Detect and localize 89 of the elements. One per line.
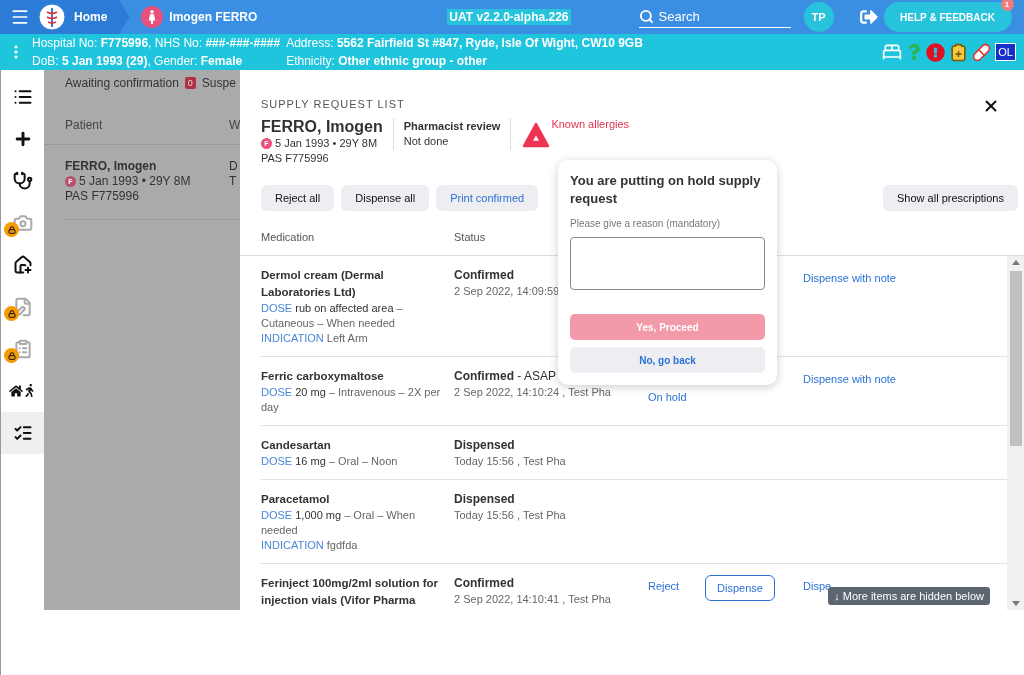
pas-text: PAS F775996	[65, 189, 140, 204]
dob-text: 5 Jan 1993 • 29Y 8M	[275, 136, 378, 151]
logo-icon	[38, 3, 66, 31]
tab-label[interactable]: Awaiting confirmation	[65, 76, 179, 90]
medication-name: Paracetamol	[261, 492, 331, 507]
table-cell: T	[229, 174, 238, 189]
review-value: Not done	[403, 134, 450, 149]
status-text: Dispensed	[454, 437, 516, 454]
lock-icon	[4, 348, 19, 363]
logout-icon[interactable]	[859, 8, 878, 26]
indication-text: INDICATION fgdfda	[261, 538, 359, 553]
house-plus-icon	[12, 255, 33, 275]
count-badge: 0	[184, 77, 196, 89]
patient-info-text: Hospital No: F775996, NHS No: ###-###-####	[32, 35, 281, 51]
dispense-note-link[interactable]: Dispense with note	[803, 267, 896, 284]
column-header: Medication	[261, 231, 316, 243]
dose-text: DOSE rub on affected area – Cutaneous – When needed	[261, 301, 404, 331]
patient-name: FERRO, Imogen	[261, 118, 383, 136]
search-icon	[638, 9, 654, 24]
indication-text: INDICATION Left Arm	[261, 331, 369, 346]
tab-label[interactable]: Suspe	[201, 76, 236, 90]
reason-label: Please give a reason (mandatory)	[570, 218, 722, 229]
home-link[interactable]: Home	[74, 10, 108, 24]
patient-info-text: Ethnicity: Other ethnic group - other	[286, 53, 488, 69]
status-time: Today 15:56 , Test Pha	[454, 454, 567, 469]
bed-icon[interactable]	[882, 42, 903, 62]
allergy-icon	[521, 120, 552, 150]
dose-text: DOSE 20 mg – Intravenous – 2X per day	[261, 385, 441, 415]
medication-name: Candesartan	[261, 438, 332, 453]
status-text: Dispensed	[454, 491, 516, 508]
action-button[interactable]: Dispense all	[341, 185, 430, 211]
clipboard-icon	[12, 339, 33, 359]
lock-icon	[4, 222, 19, 237]
column-header: Patient	[65, 118, 104, 132]
file-edit-icon	[12, 297, 33, 317]
dose-text: DOSE 16 mg – Oral – Noon	[261, 454, 399, 469]
search-field[interactable]: Search	[638, 6, 791, 28]
medication-name: Dermol cream (Dermal Laboratories Ltd)	[261, 268, 385, 300]
medication-name: Ferric carboxymaltose	[261, 369, 385, 384]
patient-info-text: Address: 5562 Fairfield St #847, Ryde, Isle Of Wight, CW10 9GB	[286, 35, 643, 51]
action-button[interactable]: Print confirmed	[436, 185, 539, 211]
table-cell: D	[229, 159, 238, 174]
list-icon	[12, 87, 33, 107]
column-header: W	[229, 118, 241, 132]
status-time: 2 Sep 2022, 14:10:41 , Test Pha	[454, 592, 612, 607]
status-text: Confirmed - ASAP	[454, 368, 558, 385]
status-text: Confirmed	[454, 267, 515, 284]
scroll-down-icon[interactable]	[1011, 601, 1020, 606]
more-items-hint: ↓ More items are hidden below	[828, 587, 990, 605]
on-hold-link[interactable]: On hold	[648, 391, 687, 403]
reject-link[interactable]: Reject	[648, 575, 680, 592]
female-icon	[141, 6, 164, 28]
clipboard-plus-icon[interactable]	[949, 42, 969, 62]
pas-text: PAS F775996	[261, 151, 330, 166]
status-time: 2 Sep 2022, 14:10:24 , Test Pha	[454, 385, 612, 400]
checklist-icon	[12, 423, 33, 443]
patient-name: FERRO, Imogen	[65, 159, 157, 173]
reason-field[interactable]	[570, 237, 765, 290]
version-label: UAT v2.2.0-alpha.226	[447, 9, 571, 25]
stethoscope-icon	[12, 171, 33, 191]
patient-info-text: DoB: 5 Jan 1993 (29), Gender: Female	[32, 53, 244, 69]
review-label: Pharmacist review	[403, 119, 501, 134]
status-time: 2 Sep 2022, 14:09:59	[454, 284, 561, 299]
dispense-note-link[interactable]: Dispense with note	[803, 368, 896, 385]
menu-button[interactable]	[10, 7, 30, 27]
patient-link[interactable]: Imogen FERRO	[169, 10, 258, 24]
notification-badge: 1	[1000, 0, 1014, 11]
help-button[interactable]: HELP & FEEDBACK 1	[883, 2, 1012, 32]
pill-icon[interactable]	[972, 42, 992, 62]
dispense-button[interactable]: Dispense	[705, 575, 775, 601]
alert-icon[interactable]	[926, 42, 946, 62]
search-input[interactable]: Search	[656, 8, 777, 25]
scrollbar[interactable]	[1007, 256, 1024, 610]
go-back-button[interactable]: No, go back	[570, 347, 765, 373]
ol-badge[interactable]: OL	[995, 43, 1016, 61]
sidebar-item[interactable]	[1, 412, 44, 454]
show-all-button[interactable]: Show all prescriptions	[883, 185, 1018, 211]
dob-text: 5 Jan 1993 • 29Y 8M	[79, 174, 191, 189]
status-time: Today 15:56 , Test Pha	[454, 508, 567, 523]
dialog-title: You are putting on hold supply request	[570, 172, 762, 208]
medication-name: Ferinject 100mg/2ml solution for injection vials (Vifor Pharma	[261, 576, 439, 608]
scroll-up-icon[interactable]	[1011, 260, 1020, 265]
panel-title: SUPPLY REQUEST LIST	[261, 98, 405, 110]
house-walking-icon	[9, 384, 36, 398]
lock-icon	[4, 306, 19, 321]
camera-icon	[12, 213, 33, 233]
action-button[interactable]: Reject all	[261, 185, 335, 211]
column-header: Status	[454, 231, 487, 243]
status-text: Confirmed	[454, 575, 515, 592]
